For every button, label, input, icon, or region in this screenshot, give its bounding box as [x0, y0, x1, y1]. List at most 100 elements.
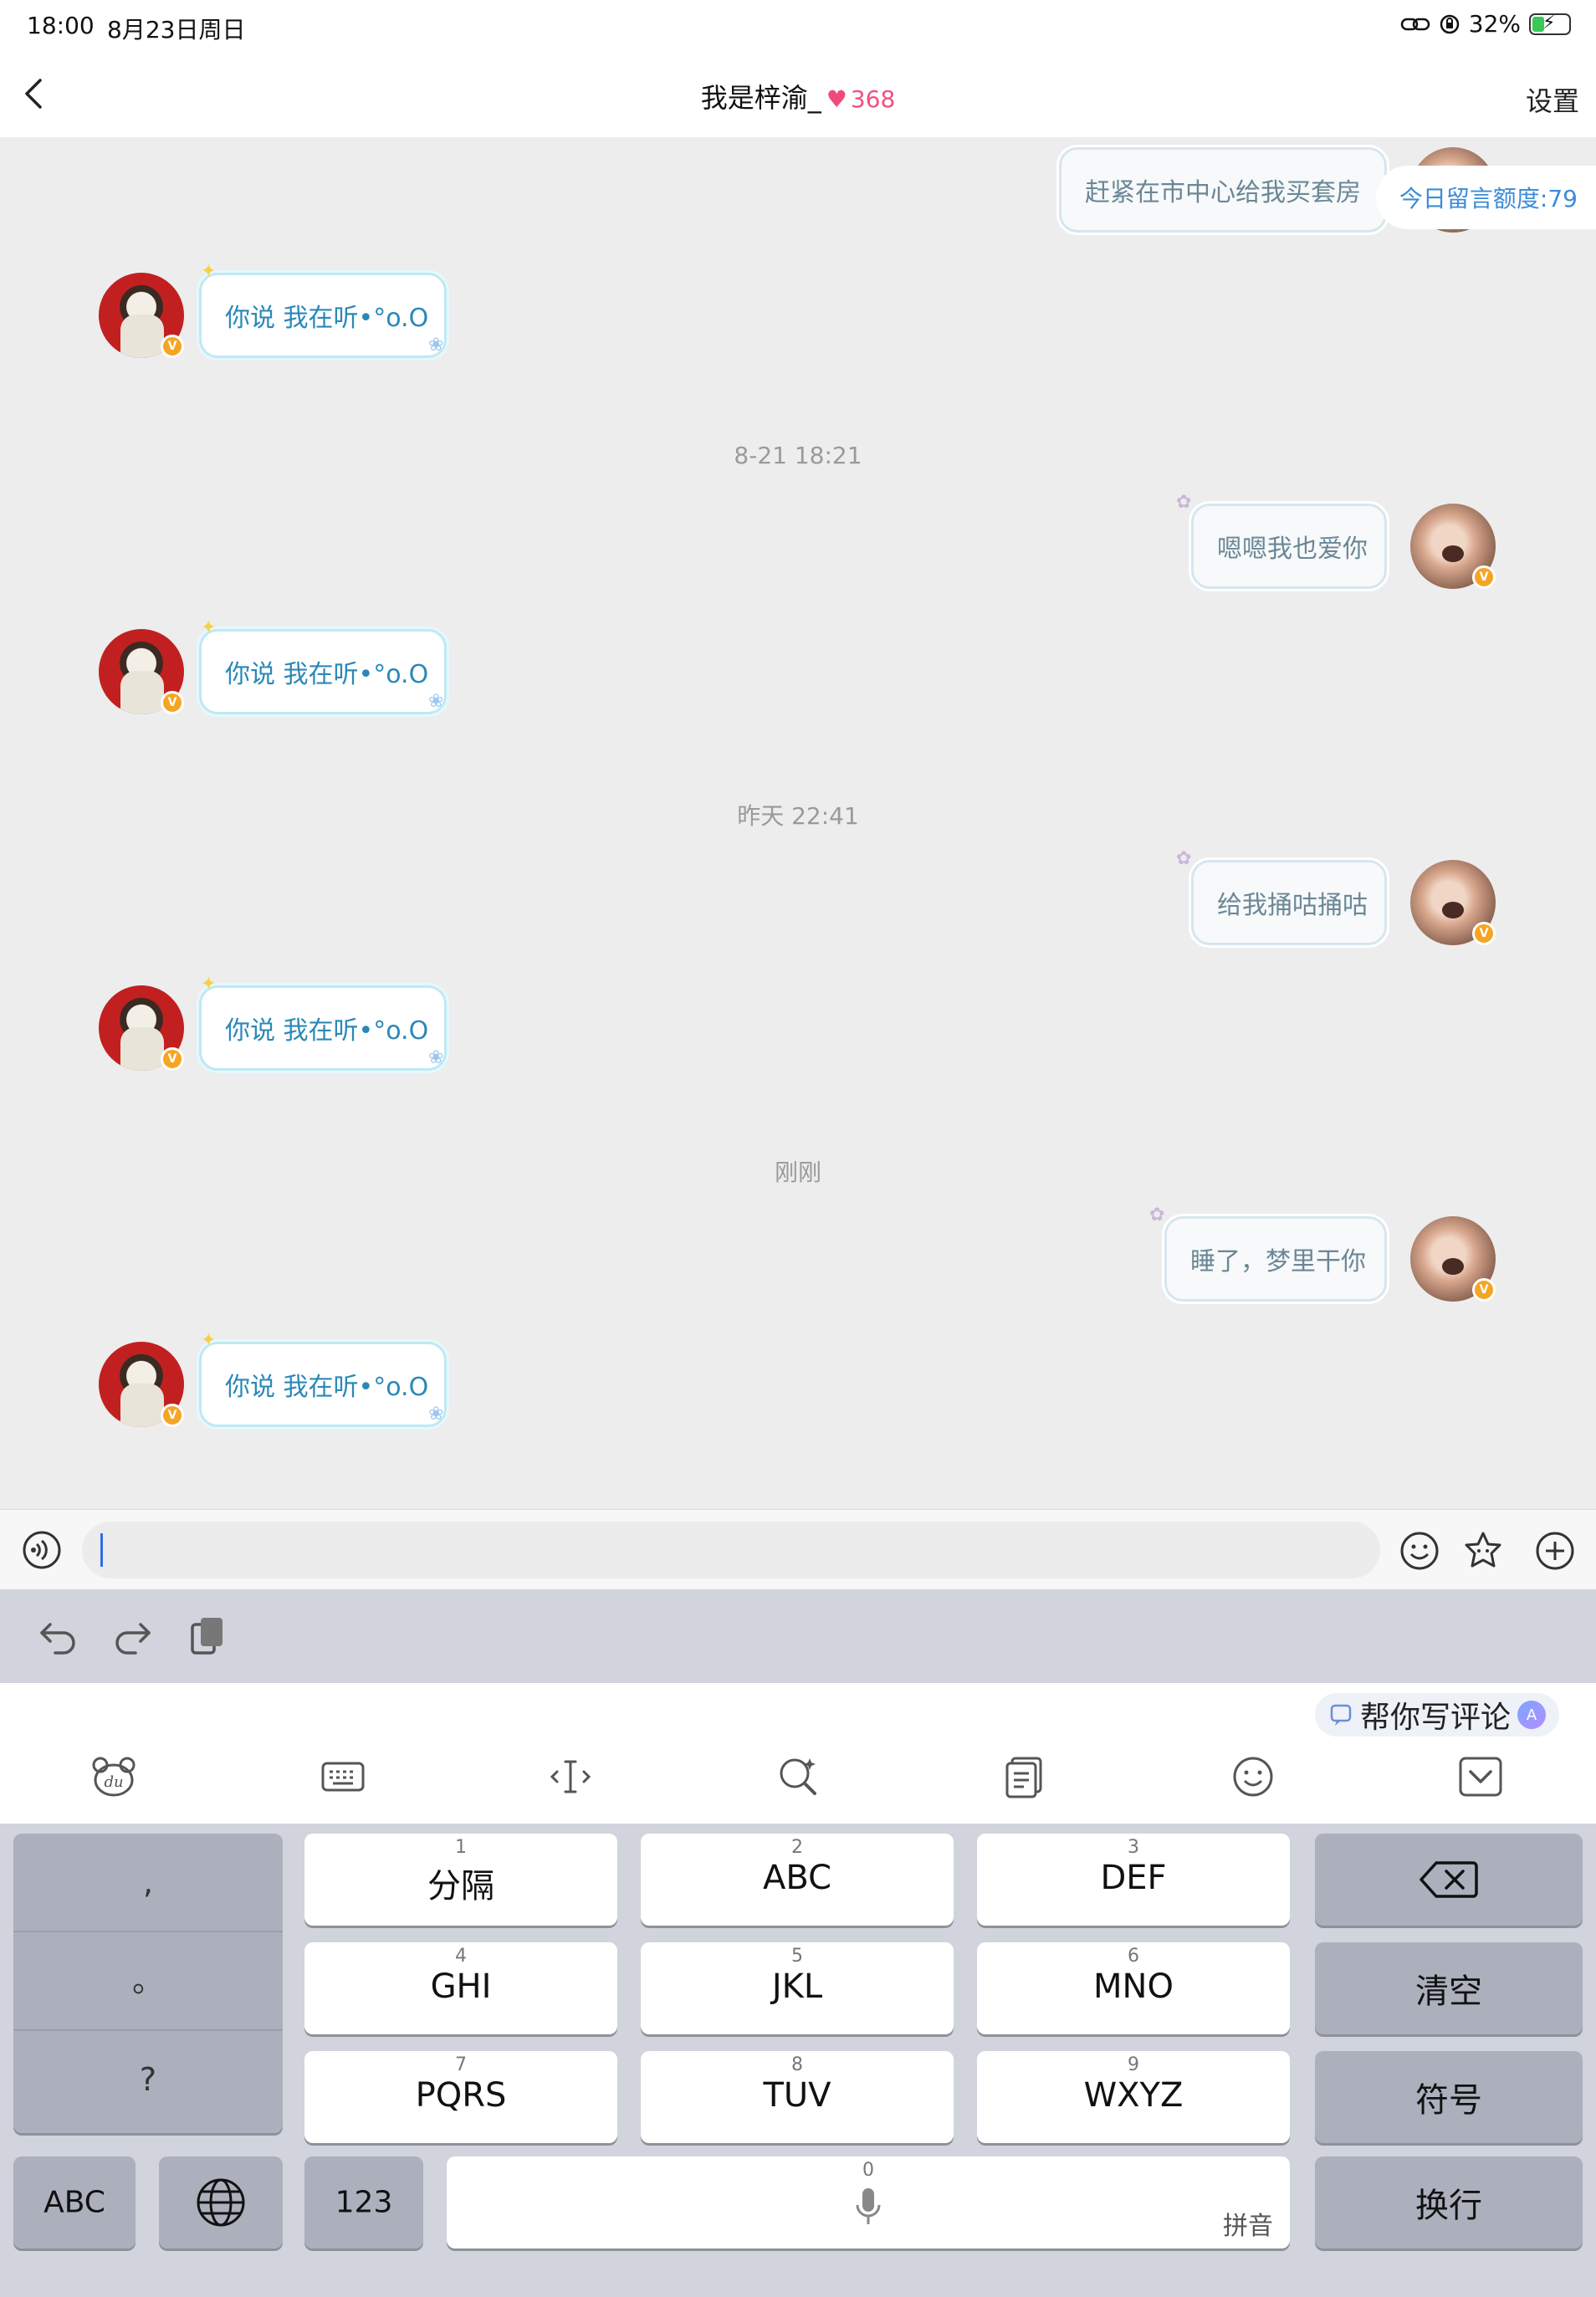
key-9[interactable]: 9 WXYZ [977, 2051, 1290, 2143]
message-bubble-left[interactable]: 你说 我在听•°o.O [199, 1342, 447, 1427]
message-text: 嗯嗯我也爱你 [1217, 535, 1368, 564]
bow-sticker-icon: ✿ [1176, 848, 1192, 869]
message-text: 赶紧在市中心给我买套房 [1085, 178, 1361, 207]
message-bubble-left[interactable]: 你说 我在听•°o.O [199, 985, 447, 1071]
globe-key[interactable] [159, 2156, 283, 2248]
svg-text:du: du [104, 1773, 123, 1791]
message-bubble-right[interactable]: 嗯嗯我也爱你 [1191, 504, 1387, 589]
settings-button[interactable]: 设置 [1526, 80, 1579, 119]
hide-keyboard-icon[interactable] [1455, 1752, 1506, 1802]
symbols-key[interactable]: 符号 [1315, 2051, 1583, 2143]
message-bubble-right[interactable]: 赶紧在市中心给我买套房 [1059, 147, 1387, 233]
message-bubble-left[interactable]: 你说 我在听•°o.O [199, 273, 447, 358]
punct-question-key[interactable]: ? [13, 2031, 283, 2128]
input-bar [0, 1509, 1596, 1589]
cursor-move-icon[interactable] [545, 1752, 596, 1802]
message-bubble-right[interactable]: 给我捅咕捅咕 [1191, 860, 1387, 945]
sticker-icon[interactable] [1462, 1530, 1504, 1572]
punctuation-column[interactable]: , 。 ? [13, 1834, 283, 2133]
verified-badge-icon: V [1472, 1278, 1496, 1302]
battery-icon: ⚡ [1529, 13, 1571, 35]
num123-key[interactable]: 123 [304, 2156, 423, 2248]
star-sticker-icon: ✦ [201, 261, 217, 282]
message-quota-badge: 今日留言额度:79 [1375, 166, 1596, 229]
key-6[interactable]: 6 MNO [977, 1942, 1290, 2034]
shell-sticker-icon: ❀ [428, 1047, 444, 1068]
status-date: 8月23日周日 [107, 16, 246, 43]
status-bar: 18:00 8月23日周日 32% ⚡ [0, 0, 1596, 54]
bear-logo-icon[interactable]: du [89, 1752, 139, 1802]
key-4[interactable]: 4 GHI [304, 1942, 617, 2034]
chat-area[interactable]: 赶紧在市中心给我买套房 V 你说 我在听•°o.O ✦ ❀ 8-21 18:21… [0, 137, 1596, 1509]
pinyin-label: 拼音 [1223, 2212, 1273, 2241]
backspace-icon [1420, 1861, 1478, 1898]
shell-sticker-icon: ❀ [428, 1404, 444, 1425]
clear-key[interactable]: 清空 [1315, 1942, 1583, 2034]
message-timestamp: 8-21 18:21 [734, 442, 862, 469]
message-text: 睡了，梦里干你 [1190, 1247, 1366, 1276]
ai-search-icon[interactable] [773, 1752, 823, 1802]
redo-icon[interactable] [109, 1613, 156, 1660]
punct-comma-key[interactable]: , [13, 1834, 283, 1931]
message-input[interactable] [82, 1522, 1380, 1578]
globe-icon [197, 2178, 245, 2227]
key-2[interactable]: 2 ABC [641, 1834, 954, 1926]
ai-write-comment-button[interactable]: 帮你写评论 A [1314, 1693, 1559, 1737]
voice-input-icon[interactable] [22, 1530, 62, 1570]
message-bubble-right[interactable]: 睡了，梦里干你 [1164, 1216, 1387, 1302]
ai-badge-icon: A [1517, 1701, 1546, 1729]
contact-name: 我是梓渝_ [700, 82, 821, 114]
comment-icon [1330, 1704, 1352, 1726]
clipboard-icon[interactable] [1000, 1752, 1051, 1802]
star-sticker-icon: ✦ [201, 974, 217, 995]
message-text: 给我捅咕捅咕 [1217, 891, 1368, 920]
verified-badge-icon: V [161, 335, 184, 358]
shell-sticker-icon: ❀ [428, 691, 444, 712]
verified-badge-icon: V [161, 1047, 184, 1071]
key-5[interactable]: 5 JKL [641, 1942, 954, 2034]
chat-header: 我是梓渝_ ♥ 368 设置 [0, 54, 1596, 137]
add-icon[interactable] [1534, 1530, 1576, 1572]
link-icon [1400, 18, 1430, 30]
emoji-icon[interactable] [1399, 1530, 1440, 1572]
message-timestamp: 刚刚 [774, 1159, 821, 1186]
status-right: 32% ⚡ [1400, 10, 1571, 38]
message-timestamp: 昨天 22:41 [737, 802, 859, 830]
keyboard-icon[interactable] [318, 1752, 368, 1802]
message-text: 你说 我在听•°o.O [225, 660, 429, 689]
heart-icon: ♥ [826, 85, 847, 113]
message-text: 你说 我在听•°o.O [225, 1016, 429, 1046]
keyboard-toolbar [0, 1589, 1596, 1683]
microphone-icon [856, 2188, 881, 2224]
abc-key[interactable]: ABC [13, 2156, 136, 2248]
key-3[interactable]: 3 DEF [977, 1834, 1290, 1926]
emoji-keyboard-icon[interactable] [1228, 1752, 1278, 1802]
intimacy-count: 368 [850, 85, 896, 113]
ai-write-label: 帮你写评论 [1359, 1701, 1511, 1735]
key-8[interactable]: 8 TUV [641, 2051, 954, 2143]
star-sticker-icon: ✦ [201, 617, 217, 638]
space-key[interactable]: 0 拼音 [447, 2156, 1290, 2248]
chat-title: 我是梓渝_ ♥ 368 [0, 77, 1596, 115]
verified-badge-icon: V [1472, 922, 1496, 945]
enter-key[interactable]: 换行 [1315, 2156, 1583, 2248]
battery-percent: 32% [1468, 10, 1521, 38]
key-7[interactable]: 7 PQRS [304, 2051, 617, 2143]
undo-icon[interactable] [35, 1613, 82, 1660]
text-caret [100, 1533, 103, 1567]
key-1[interactable]: 1 分隔 [304, 1834, 617, 1926]
status-time: 18:00 [27, 12, 95, 39]
verified-badge-icon: V [161, 691, 184, 714]
bow-sticker-icon: ✿ [1149, 1205, 1165, 1225]
paste-icon[interactable] [184, 1613, 231, 1660]
punct-period-key[interactable]: 。 [13, 1932, 283, 2029]
verified-badge-icon: V [161, 1404, 184, 1427]
message-bubble-left[interactable]: 你说 我在听•°o.O [199, 629, 447, 714]
delete-key[interactable] [1315, 1834, 1583, 1926]
ime-panel: 帮你写评论 A du [0, 1683, 1596, 1824]
rotation-lock-icon [1440, 14, 1460, 33]
keyboard: , 。 ? 1 分隔 2 ABC 3 DEF 4 GHI 5 JKL 6 MNO 清空 7P… [0, 1824, 1596, 2297]
message-text: 你说 我在听•°o.O [225, 1373, 429, 1402]
shell-sticker-icon: ❀ [428, 335, 444, 356]
bow-sticker-icon: ✿ [1176, 492, 1192, 513]
